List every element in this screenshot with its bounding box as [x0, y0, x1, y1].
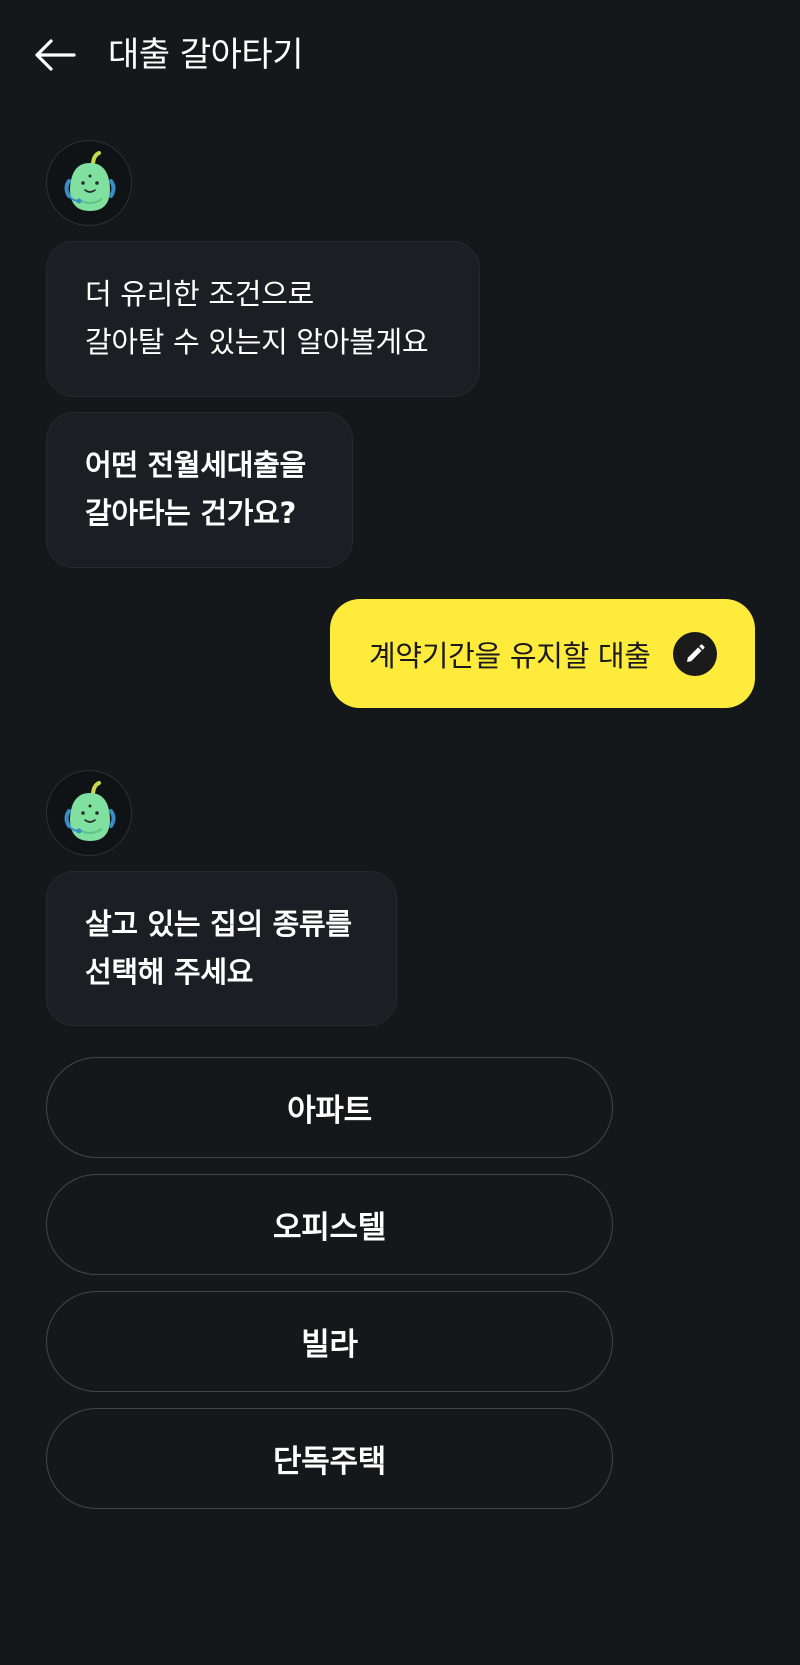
bot-question-bubble: 어떤 전월세대출을 갈아타는 건가요?	[46, 412, 353, 568]
message-text: 어떤 전월세대출을	[85, 448, 306, 482]
user-answer-bubble[interactable]: 계약기간을 유지할 대출	[330, 599, 755, 708]
user-answer-text: 계약기간을 유지할 대출	[369, 638, 651, 673]
bot-avatar	[46, 140, 132, 226]
message-text: 갈아탈 수 있는지 알아볼게요	[85, 325, 429, 359]
option-label: 빌라	[301, 1327, 358, 1363]
header: 대출 갈아타기	[0, 0, 800, 110]
page-title: 대출 갈아타기	[108, 35, 304, 75]
bot-message-bubble: 더 유리한 조건으로 갈아탈 수 있는지 알아볼게요	[46, 241, 480, 397]
option-villa-button[interactable]: 빌라	[46, 1291, 613, 1392]
option-apartment-button[interactable]: 아파트	[46, 1057, 613, 1158]
back-arrow-icon	[35, 39, 76, 71]
message-text: 갈아타는 건가요?	[85, 496, 296, 530]
mascot-avatar-icon	[64, 151, 116, 211]
option-detached-house-button[interactable]: 단독주택	[46, 1408, 613, 1509]
back-button[interactable]	[28, 30, 82, 80]
bot-avatar	[46, 770, 132, 856]
pencil-icon	[687, 644, 705, 662]
option-label: 오피스텔	[273, 1210, 386, 1246]
option-label: 단독주택	[273, 1444, 386, 1480]
edit-answer-button[interactable]	[673, 632, 717, 676]
mascot-avatar-icon	[64, 781, 116, 841]
message-text: 살고 있는 집의 종류를	[85, 907, 352, 941]
bot-question-bubble: 살고 있는 집의 종류를 선택해 주세요	[46, 871, 397, 1026]
message-text: 더 유리한 조건으로	[85, 277, 314, 311]
option-label: 아파트	[287, 1093, 372, 1129]
option-officetel-button[interactable]: 오피스텔	[46, 1174, 613, 1275]
message-text: 선택해 주세요	[85, 955, 254, 989]
